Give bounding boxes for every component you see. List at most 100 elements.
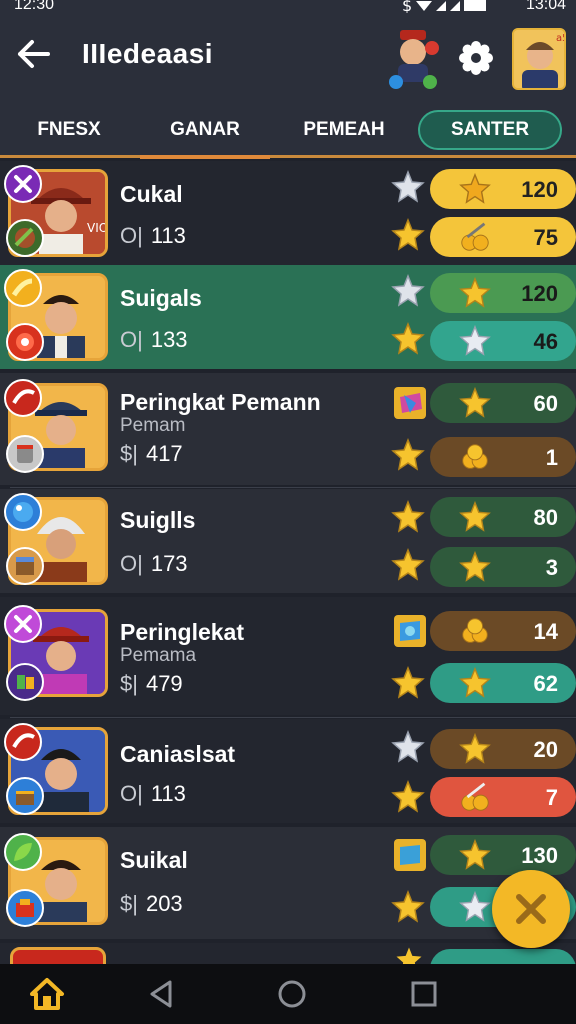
score-pill-top[interactable]: 14 — [430, 611, 576, 651]
tab-ganar[interactable]: GANAR — [140, 110, 270, 159]
stat-prefix: O| — [120, 551, 143, 576]
stat-value: 417 — [145, 441, 183, 466]
item-badge-icon — [6, 219, 44, 257]
player-stat: $| 417 — [120, 441, 183, 467]
gold-star-icon — [390, 547, 426, 583]
row-divider — [10, 487, 576, 488]
stat-value: 113 — [150, 781, 186, 806]
settings-button[interactable] — [456, 38, 496, 78]
home-circle-nav-button[interactable] — [276, 978, 312, 1010]
score-pill-top[interactable] — [430, 949, 576, 964]
stat-value: 203 — [145, 891, 183, 916]
score-pill-top[interactable]: 20 — [430, 729, 576, 769]
profile-avatar-icon: a5 — [514, 30, 564, 88]
stat-value: 133 — [150, 327, 188, 352]
gold-star-icon — [459, 276, 491, 308]
score-pill-bottom[interactable]: 7 — [430, 777, 576, 817]
score-pill-bottom[interactable]: 1 — [430, 437, 576, 477]
gold-star-icon — [459, 550, 491, 582]
coins-icon — [462, 618, 488, 643]
score-value: 7 — [545, 785, 558, 810]
svg-text:$: $ — [402, 0, 416, 13]
status-time-right: 13:04 — [525, 0, 566, 13]
stat-prefix: $| — [120, 891, 138, 916]
character-avatar-button[interactable] — [388, 28, 440, 89]
tab-bar: FNESX GANAR PEMEAH SANTER — [0, 96, 576, 159]
list-item[interactable]: Suigals O| 133 120 46 — [0, 265, 576, 369]
list-item[interactable]: VIO Cukal O| 113 120 75 — [0, 161, 576, 265]
chest-badge-icon — [6, 777, 44, 815]
score-pill-bottom[interactable]: 62 — [430, 663, 576, 703]
gold-star-icon — [394, 945, 424, 964]
home-nav-button[interactable] — [28, 976, 64, 1010]
score-value: 46 — [533, 329, 558, 354]
row-divider — [10, 717, 576, 718]
player-avatar — [10, 947, 106, 964]
player-name: Suiglls — [120, 507, 196, 533]
player-stat: $| 203 — [120, 891, 183, 917]
list-item[interactable]: Suiglls O| 173 80 3 — [0, 489, 576, 593]
score-value: 120 — [521, 281, 558, 306]
score-pill-top[interactable]: 80 — [430, 497, 576, 537]
jar-badge-icon — [6, 435, 44, 473]
character-avatar-icon — [389, 30, 439, 89]
stat-prefix: O| — [120, 223, 143, 248]
score-pill-top[interactable]: 60 — [430, 383, 576, 423]
player-stat: O| 133 — [120, 327, 188, 353]
score-pill-top[interactable]: 120 — [430, 169, 576, 209]
circle-home-icon — [278, 980, 306, 1008]
stat-prefix: O| — [120, 327, 143, 352]
silver-star-icon — [459, 324, 491, 356]
tab-fnesx[interactable]: FNESX — [14, 110, 124, 150]
status-bar: 12:30 $ 13:04 — [0, 0, 576, 15]
player-stat: $| 479 — [120, 671, 183, 697]
list-item[interactable]: Caniaslsat O| 113 20 7 — [0, 719, 576, 823]
remove-badge-icon[interactable] — [4, 165, 42, 203]
square-recents-icon — [411, 981, 437, 1007]
gold-star-icon — [390, 499, 426, 535]
score-value: 120 — [521, 177, 558, 202]
score-value: 75 — [533, 225, 558, 250]
score-value: 60 — [533, 391, 558, 416]
gold-star-icon — [459, 172, 491, 204]
signal-wifi-battery-icon: $ — [402, 0, 486, 15]
player-name: Suikal — [120, 847, 188, 873]
score-pill-bottom[interactable]: 46 — [430, 321, 576, 361]
list-item[interactable]: Suikal $| 203 130 — [0, 827, 576, 939]
gold-star-icon — [459, 732, 491, 764]
close-fab-button[interactable] — [492, 870, 570, 948]
gold-star-icon — [390, 321, 426, 357]
player-subtitle: Pemama — [120, 645, 197, 666]
item-badge-icon — [6, 323, 44, 361]
gem-chest-icon — [390, 835, 430, 875]
leaf-badge-icon — [4, 833, 42, 871]
list-item[interactable] — [0, 943, 576, 964]
back-nav-button[interactable] — [146, 978, 182, 1010]
tab-santer[interactable]: SANTER — [418, 110, 562, 150]
gold-star-icon — [390, 217, 426, 253]
banana-badge-icon — [4, 269, 42, 307]
list-item[interactable]: Peringlekat Pemama $| 479 14 62 — [0, 597, 576, 715]
back-button[interactable] — [14, 36, 54, 72]
remove-badge-icon[interactable] — [4, 605, 42, 643]
score-pill-top[interactable]: 120 — [430, 273, 576, 313]
silver-star-icon — [459, 890, 491, 922]
player-name: Suigals — [120, 285, 202, 311]
status-time-left: 12:30 — [14, 0, 55, 13]
stat-prefix: O| — [120, 781, 143, 806]
player-name: Peringkat Pemann — [120, 389, 321, 415]
tab-pemeah[interactable]: PEMEAH — [288, 110, 400, 150]
score-pill-bottom[interactable]: 3 — [430, 547, 576, 587]
coins-icon — [461, 782, 489, 811]
profile-avatar-button[interactable]: a5 — [512, 28, 566, 90]
stat-prefix: $| — [120, 441, 138, 466]
score-pill-top[interactable]: 130 — [430, 835, 576, 875]
leaderboard-list: VIO Cukal O| 113 120 75 Suigals O| 133 1… — [0, 161, 576, 964]
list-item[interactable]: Peringkat Pemann Pemam $| 417 60 1 — [0, 373, 576, 485]
score-value: 14 — [533, 619, 558, 644]
player-subtitle: Pemam — [120, 415, 186, 436]
crate-badge-icon — [6, 547, 44, 585]
score-pill-bottom[interactable]: 75 — [430, 217, 576, 257]
recents-nav-button[interactable] — [408, 978, 444, 1010]
score-value: 80 — [533, 505, 558, 530]
